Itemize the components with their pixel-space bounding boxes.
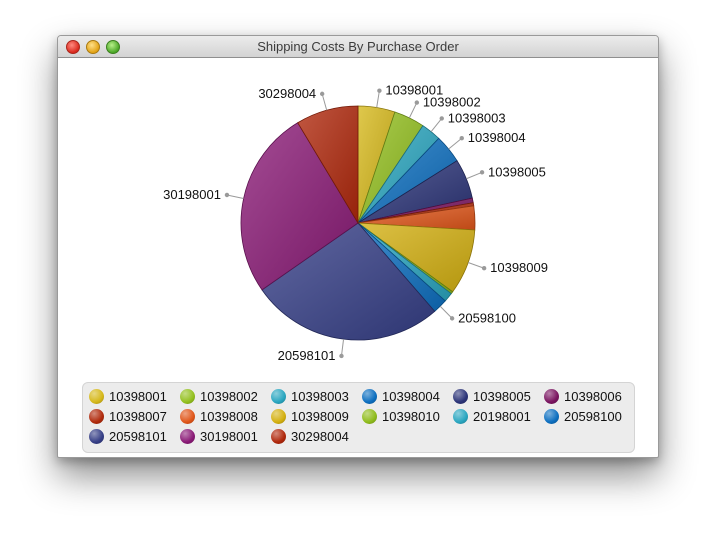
label-leader-20598100 [439, 305, 453, 319]
label-dot-10398003 [439, 116, 444, 121]
label-dot-20598101 [339, 353, 344, 359]
title-bar[interactable]: Shipping Costs By Purchase Order [58, 36, 658, 58]
label-leader-20598101 [340, 339, 345, 357]
legend-swatch-icon [89, 429, 104, 444]
slice-label-10398003: 10398003 [448, 110, 506, 125]
legend-swatch-icon [544, 409, 559, 424]
slice-label-20598100: 20598100 [458, 310, 516, 325]
legend-label: 30298004 [291, 429, 349, 444]
legend-label: 10398004 [382, 389, 440, 404]
legend-label: 10398002 [200, 389, 258, 404]
chart-legend: 10398001 10398002 10398003 10398004 10398005… [82, 382, 635, 453]
label-leader-10398001 [376, 90, 380, 108]
legend-swatch-icon [180, 429, 195, 444]
legend-label: 20598100 [564, 409, 622, 424]
legend-swatch-icon [362, 409, 377, 424]
label-dot-30298004 [319, 91, 325, 97]
legend-label: 10398001 [109, 389, 167, 404]
chart-window: Shipping Costs By Purchase Order 1039800… [57, 35, 659, 458]
legend-label: 30198001 [200, 429, 258, 444]
label-dot-10398001 [377, 88, 382, 93]
label-leader-10398004 [448, 137, 463, 150]
pie-chart: 1039800110398002103980031039800410398005… [163, 83, 548, 363]
legend-swatch-icon [362, 389, 377, 404]
legend-swatch-icon [180, 409, 195, 424]
label-dot-30198001 [224, 192, 230, 198]
legend-label: 10398003 [291, 389, 349, 404]
legend-swatch-icon [544, 389, 559, 404]
slice-label-10398004: 10398004 [468, 130, 526, 145]
label-leader-10398003 [430, 118, 443, 132]
legend-label: 10398006 [564, 389, 622, 404]
legend-label: 20198001 [473, 409, 531, 424]
label-leader-10398005 [466, 171, 483, 180]
label-dot-10398009 [481, 266, 487, 271]
legend-swatch-icon [453, 409, 468, 424]
label-leader-10398009 [467, 262, 485, 269]
window-title: Shipping Costs By Purchase Order [257, 39, 459, 54]
legend-swatch-icon [453, 389, 468, 404]
legend-swatch-icon [271, 409, 286, 424]
legend-swatch-icon [271, 389, 286, 404]
slice-label-10398002: 10398002 [423, 95, 481, 110]
label-leader-30298004 [321, 93, 328, 111]
label-dot-10398002 [414, 100, 420, 105]
legend-swatch-icon [271, 429, 286, 444]
slice-label-20598101: 20598101 [278, 348, 336, 363]
legend-label: 10398009 [291, 409, 349, 424]
legend-label: 10398007 [109, 409, 167, 424]
label-dot-20598100 [449, 316, 455, 321]
legend-swatch-icon [180, 389, 195, 404]
legend-swatch-icon [89, 409, 104, 424]
slice-label-30198001: 30198001 [163, 187, 221, 202]
legend-label: 10398010 [382, 409, 440, 424]
legend-swatch-icon [89, 389, 104, 404]
legend-label: 10398008 [200, 409, 258, 424]
label-dot-10398005 [479, 170, 485, 175]
label-leader-10398002 [408, 102, 418, 119]
label-leader-30198001 [226, 194, 244, 200]
legend-label: 10398005 [473, 389, 531, 404]
slice-label-30298004: 30298004 [258, 86, 316, 101]
slice-label-10398009: 10398009 [490, 260, 548, 275]
legend-label: 20598101 [109, 429, 167, 444]
slice-label-10398005: 10398005 [488, 164, 546, 179]
label-dot-10398004 [459, 136, 464, 141]
